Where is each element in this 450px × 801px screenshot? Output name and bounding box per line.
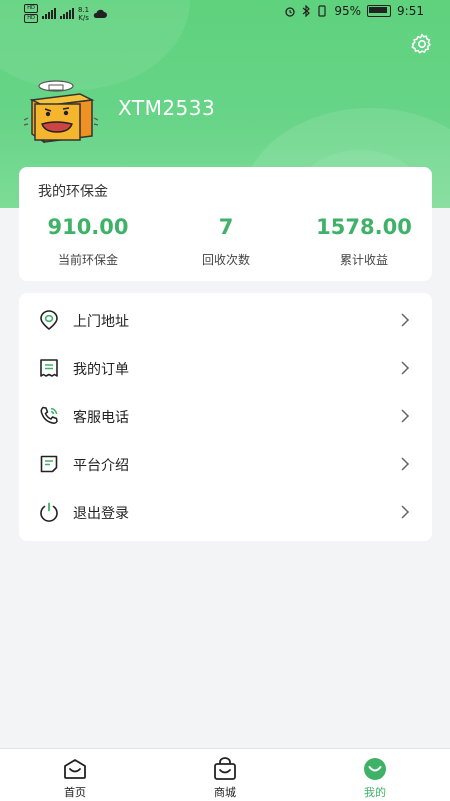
sim-icons: HD HD bbox=[24, 4, 38, 23]
location-icon bbox=[40, 310, 58, 331]
stat-value: 1578.00 bbox=[316, 215, 412, 239]
chevron-right-icon bbox=[401, 361, 410, 375]
nav-label: 首页 bbox=[64, 786, 86, 799]
menu-label: 我的订单 bbox=[73, 362, 129, 378]
status-right: 95% 9:51 bbox=[284, 4, 424, 18]
status-left: HD HD 8.1 K/s bbox=[24, 4, 108, 23]
chevron-right-icon bbox=[401, 457, 410, 471]
nav-home[interactable]: 首页 bbox=[0, 749, 150, 801]
phone-icon bbox=[40, 406, 58, 424]
alarm-icon bbox=[285, 7, 296, 17]
menu-item-customer-service[interactable]: 客服电话 bbox=[19, 392, 432, 440]
power-icon bbox=[40, 502, 58, 522]
nav-shop[interactable]: 商城 bbox=[150, 749, 300, 801]
stat-total-earnings[interactable]: 1578.00 累计收益 bbox=[295, 215, 433, 268]
stat-value: 7 bbox=[218, 215, 234, 239]
profile-smile-icon bbox=[364, 758, 386, 780]
nav-profile[interactable]: 我的 bbox=[300, 749, 450, 801]
username: XTM2533 bbox=[118, 96, 216, 120]
document-icon bbox=[40, 455, 58, 473]
signal-icon bbox=[60, 8, 74, 19]
chevron-right-icon bbox=[401, 409, 410, 423]
bluetooth-icon bbox=[302, 5, 311, 17]
chevron-right-icon bbox=[401, 313, 410, 327]
chevron-right-icon bbox=[401, 505, 410, 519]
stat-label: 累计收益 bbox=[339, 253, 388, 267]
menu-item-platform-intro[interactable]: 平台介绍 bbox=[19, 440, 432, 488]
network-speed: 8.1 K/s bbox=[78, 6, 89, 22]
signal-icon bbox=[42, 8, 56, 19]
stat-label: 回收次数 bbox=[201, 253, 250, 267]
menu-label: 上门地址 bbox=[73, 314, 129, 330]
menu-label: 客服电话 bbox=[73, 410, 129, 426]
gear-icon[interactable] bbox=[410, 32, 434, 56]
battery-icon bbox=[367, 5, 392, 17]
bottom-nav: 首页 商城 我的 bbox=[0, 748, 450, 801]
stat-label: 当前环保金 bbox=[57, 253, 118, 267]
shop-bag-icon bbox=[214, 757, 236, 780]
battery-percent: 95% bbox=[334, 4, 362, 18]
eco-funds-card: 我的环保金 910.00 当前环保金 7 回收次数 1578.00 累计收益 bbox=[19, 167, 432, 281]
stat-current-funds[interactable]: 910.00 当前环保金 bbox=[19, 215, 157, 268]
menu-label: 退出登录 bbox=[73, 506, 129, 522]
nav-label: 我的 bbox=[364, 786, 386, 799]
clock: 9:51 bbox=[397, 4, 424, 18]
avatar[interactable] bbox=[22, 78, 98, 146]
menu-label: 平台介绍 bbox=[73, 458, 129, 474]
menu-item-logout[interactable]: 退出登录 bbox=[19, 488, 432, 536]
stat-recycle-count[interactable]: 7 回收次数 bbox=[157, 215, 295, 268]
home-icon bbox=[64, 759, 86, 779]
stat-value: 910.00 bbox=[47, 215, 129, 239]
nav-label: 商城 bbox=[214, 786, 236, 799]
vibrate-icon bbox=[318, 5, 326, 17]
status-bar: HD HD 8.1 K/s 95% 9:51 bbox=[0, 0, 450, 26]
menu-card: 上门地址 我的订单 客服电话 平台介绍 退出登录 bbox=[19, 293, 432, 541]
eco-funds-title: 我的环保金 bbox=[38, 184, 108, 200]
network-speed-value: 8.1 bbox=[78, 5, 90, 14]
cloud-icon bbox=[93, 9, 108, 18]
menu-item-orders[interactable]: 我的订单 bbox=[19, 344, 432, 392]
network-speed-unit: K/s bbox=[78, 13, 89, 22]
order-icon bbox=[40, 359, 58, 377]
menu-item-address[interactable]: 上门地址 bbox=[19, 296, 432, 344]
